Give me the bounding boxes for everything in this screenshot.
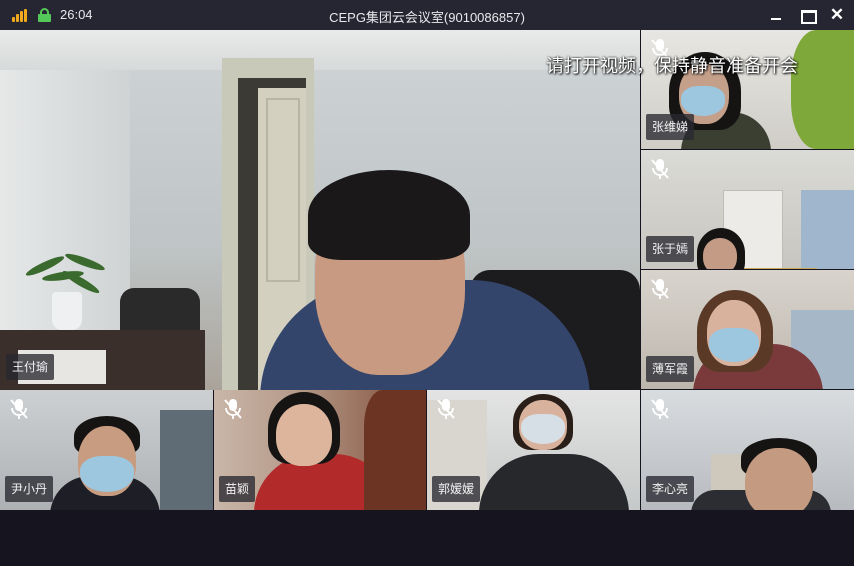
plant-image — [791, 30, 854, 149]
mic-off-icon — [651, 399, 669, 419]
main-video-tile[interactable]: 王付瑜 — [0, 30, 640, 390]
video-tile[interactable]: 郭嫒嫒 — [427, 390, 640, 510]
video-tile[interactable]: 张于嫣 — [641, 150, 854, 269]
minimize-button[interactable] — [766, 6, 786, 24]
meeting-window: 26:04 CEPG集团云会议室(9010086857) ✕ 王付瑜 张维娣 张… — [0, 0, 854, 566]
hand-image — [364, 390, 426, 510]
participant-name: 张维娣 — [646, 114, 695, 140]
maximize-button[interactable] — [797, 6, 817, 24]
meeting-notice-caption: 请打开视频，保持静音准备开会 — [546, 56, 798, 76]
video-tile[interactable]: 尹小丹 — [0, 390, 213, 510]
video-tile[interactable]: 薄军霞 — [641, 270, 854, 389]
close-button[interactable]: ✕ — [827, 6, 847, 24]
participant-name: 薄军霞 — [646, 356, 695, 382]
window-title: CEPG集团云会议室(9010086857) — [329, 10, 525, 25]
shelf-image — [160, 410, 213, 510]
mic-off-icon — [10, 399, 28, 419]
participant-name: 苗颖 — [219, 476, 256, 502]
mic-off-icon — [224, 399, 242, 419]
video-tile[interactable]: 张维娣 — [641, 30, 854, 149]
mic-off-icon — [651, 279, 669, 299]
participant-name: 郭嫒嫒 — [432, 476, 481, 502]
video-tile[interactable]: 苗颖 — [214, 390, 426, 510]
toolbar-area — [0, 510, 854, 566]
participant-name: 王付瑜 — [6, 354, 55, 380]
participant-name: 李心亮 — [646, 476, 695, 502]
title-bar: 26:04 CEPG集团云会议室(9010086857) ✕ — [0, 0, 854, 30]
video-tile[interactable]: 李心亮 — [641, 390, 854, 510]
mic-off-icon — [437, 399, 455, 419]
mic-off-icon — [651, 159, 669, 179]
window-image — [801, 190, 854, 269]
participant-name: 张于嫣 — [646, 236, 695, 262]
participant-name: 尹小丹 — [5, 476, 54, 502]
